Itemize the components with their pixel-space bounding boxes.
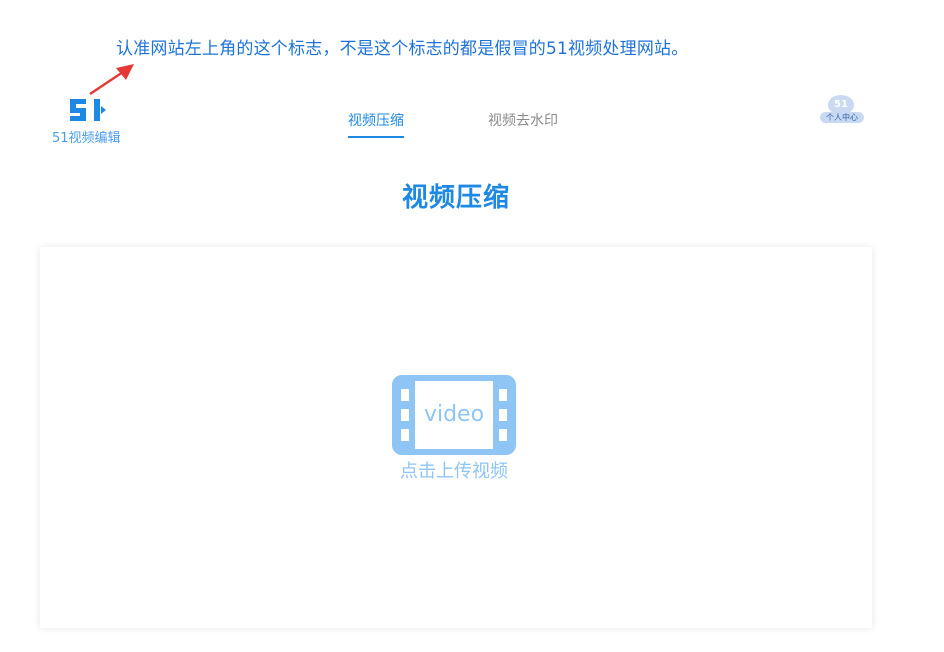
- main-nav: 视频压缩 视频去水印: [0, 110, 944, 140]
- user-center-button[interactable]: 51 个人中心: [820, 95, 864, 125]
- upload-card: video 点击上传视频: [40, 247, 872, 628]
- upload-video-button[interactable]: video 点击上传视频: [390, 375, 520, 485]
- video-icon-text: video: [424, 402, 484, 427]
- page-title: 视频压缩: [401, 183, 510, 213]
- red-arrow-icon: [89, 64, 134, 96]
- tab-video-compress[interactable]: 视频压缩: [348, 110, 404, 138]
- upload-label: 点击上传视频: [400, 461, 508, 482]
- user-center-label: 个人中心: [820, 112, 864, 123]
- video-film-icon: video: [392, 375, 516, 455]
- annotation-text: 认准网站左上角的这个标志，不是这个标志的都是假冒的51视频处理网站。: [116, 39, 689, 59]
- tab-video-watermark-removal[interactable]: 视频去水印: [488, 110, 558, 136]
